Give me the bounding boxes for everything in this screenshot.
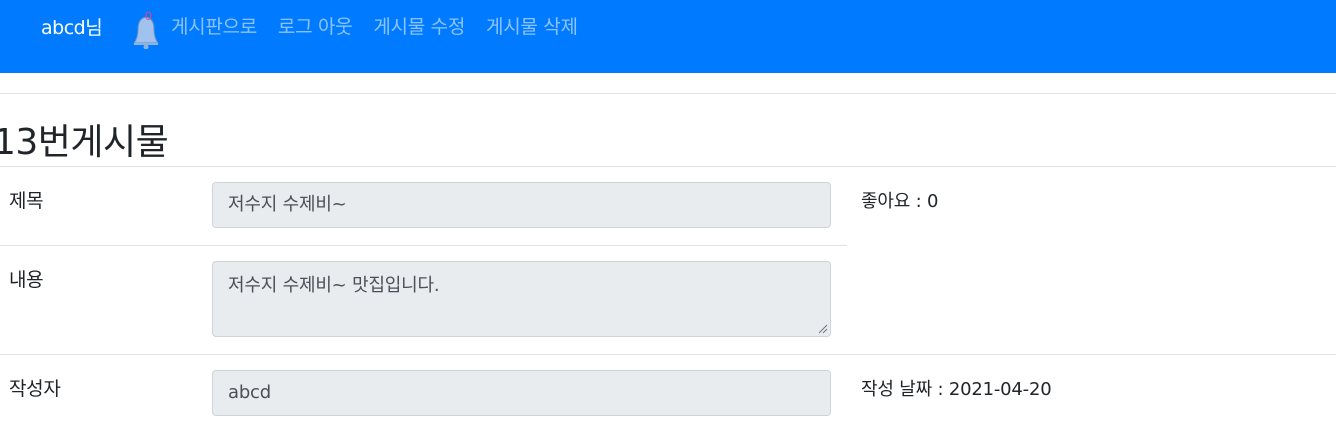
title-field-value: 저수지 수제비~ [228,194,347,215]
nav-link-logout[interactable]: 로그 아웃 [278,12,353,39]
content-textarea[interactable]: 저수지 수제비~ 맛집입니다. [212,261,831,337]
content-label: 내용 [9,269,44,291]
divider [0,166,1336,167]
nav-link-board[interactable]: 게시판으로 [171,12,257,39]
page-title: 13번게시물 [0,122,169,163]
likes-count: 좋아요 : 0 [861,191,939,212]
title-label: 제목 [9,190,44,212]
notification-count-badge: 0 [145,9,152,23]
resize-handle-icon[interactable] [818,324,828,334]
content-textarea-value: 저수지 수제비~ 맛집입니다. [228,275,440,296]
top-navbar: abcd님 0 게시판으로 로그 아웃 게시물 수정 게시물 삭제 [0,0,1336,73]
user-greeting: abcd님 [41,17,103,39]
author-field[interactable]: abcd [212,370,831,416]
created-date: 작성 날짜 : 2021-04-20 [861,379,1052,400]
author-field-value: abcd [228,382,271,403]
title-field[interactable]: 저수지 수제비~ [212,182,831,228]
author-label: 작성자 [9,378,61,400]
notification-bell-button[interactable]: 0 [128,9,162,49]
nav-links: 게시판으로 로그 아웃 게시물 수정 게시물 삭제 [171,12,599,39]
divider [0,354,1336,355]
divider [0,93,1336,94]
divider [0,245,847,246]
nav-link-edit-post[interactable]: 게시물 수정 [373,12,465,39]
nav-link-delete-post[interactable]: 게시물 삭제 [486,12,578,39]
